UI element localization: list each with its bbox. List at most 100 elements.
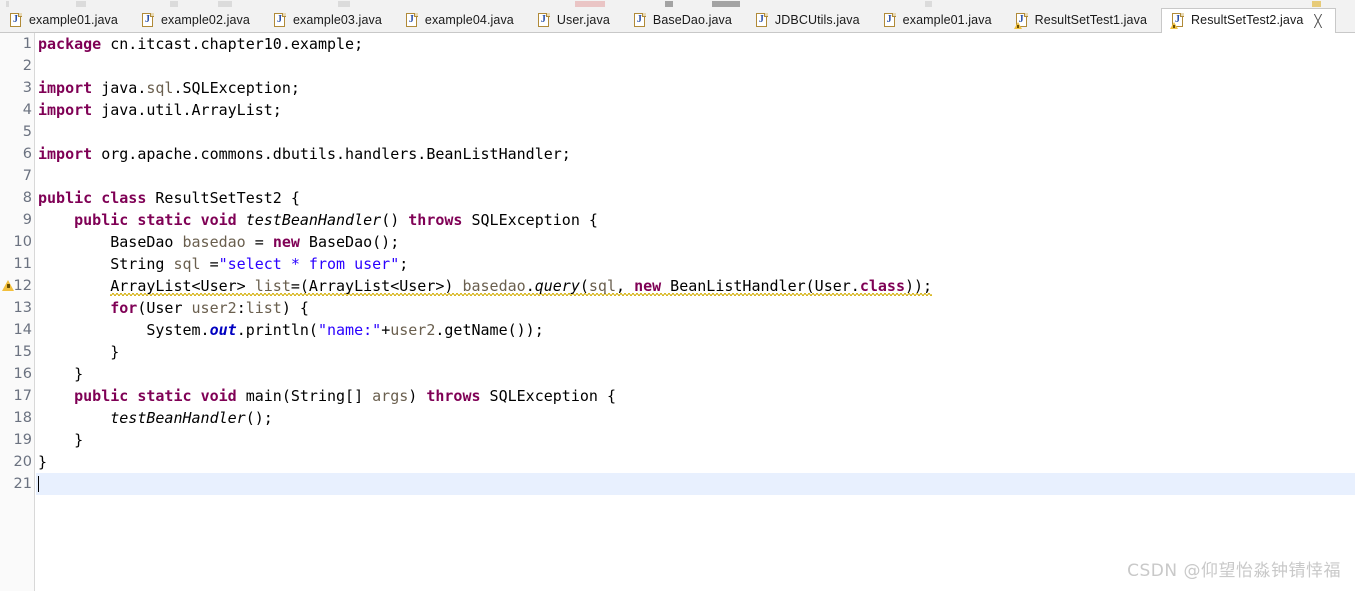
line-number[interactable]: 6 xyxy=(0,143,35,165)
line-number-value: 18 xyxy=(13,410,32,426)
line-number[interactable]: 11 xyxy=(0,253,35,275)
line-number[interactable]: 10 xyxy=(0,231,35,253)
java-file-icon: J xyxy=(141,12,155,28)
code-line[interactable] xyxy=(36,165,1355,187)
code-line[interactable] xyxy=(36,473,1355,495)
java-file-icon: J xyxy=(633,12,647,28)
line-number[interactable]: 16 xyxy=(0,363,35,385)
code-line[interactable]: package cn.itcast.chapter10.example; xyxy=(36,33,1355,55)
code-line[interactable] xyxy=(36,55,1355,77)
code-line[interactable]: } xyxy=(36,363,1355,385)
code-line[interactable]: String sql ="select * from user"; xyxy=(36,253,1355,275)
editor-tab-label: example01.java xyxy=(29,12,118,27)
line-number-value: 19 xyxy=(13,432,32,448)
code-editor[interactable]: 1 2 3 4 5 6 7 8 9 10 11 12 13 14 15 16 17 18 19 20 21 packag… xyxy=(0,33,1355,591)
java-file-icon: J xyxy=(537,12,551,28)
code-line[interactable]: for(User user2:list) { xyxy=(36,297,1355,319)
java-file-icon: J xyxy=(10,12,23,28)
line-number[interactable]: 3 xyxy=(0,77,46,99)
line-number-value: 16 xyxy=(13,366,32,382)
code-line[interactable]: } xyxy=(36,341,1355,363)
editor-tab-basedao-java[interactable]: J BaseDao.java xyxy=(624,8,746,32)
line-number[interactable]: 1 xyxy=(0,33,35,55)
code-line[interactable]: } xyxy=(36,451,1355,473)
editor-tab-label: example02.java xyxy=(160,12,250,27)
line-number[interactable]: 14 xyxy=(0,319,35,341)
text-caret xyxy=(38,476,39,492)
line-number[interactable]: 12 xyxy=(0,275,35,297)
toolbar-sliver xyxy=(0,0,1355,8)
code-line[interactable]: BaseDao basedao = new BaseDao(); xyxy=(36,231,1355,253)
line-number-value: 9 xyxy=(22,212,32,228)
code-line[interactable]: } xyxy=(36,429,1355,451)
line-number[interactable]: 17 xyxy=(0,385,46,407)
line-number-value: 2 xyxy=(22,58,32,74)
editor-tab-example03-java[interactable]: Jexample03.java xyxy=(264,8,396,32)
code-line[interactable]: import java.sql.SQLException; xyxy=(36,77,1355,99)
line-number[interactable]: 7 xyxy=(0,165,35,187)
code-line[interactable]: public static void main(String[] args) t… xyxy=(36,385,1355,407)
java-file-icon: J xyxy=(883,12,897,28)
line-number-value: 6 xyxy=(22,146,32,162)
editor-tab-example01-java[interactable]: Jexample01.java xyxy=(0,8,132,32)
line-number-value: 13 xyxy=(13,300,32,316)
line-number-value: 1 xyxy=(22,36,32,52)
editor-tab-label: example03.java xyxy=(292,12,382,27)
code-line[interactable] xyxy=(36,121,1355,143)
editor-tab-resultsettest2-java[interactable]: J ResultSetTest2.java ╳ xyxy=(1161,8,1336,33)
editor-tab-example04-java[interactable]: Jexample04.java xyxy=(396,8,528,32)
eclipse-window: Jexample01.java Jexample02.java Jexample03… xyxy=(0,0,1355,591)
editor-tab-example01-java[interactable]: Jexample01.java xyxy=(874,8,1006,32)
line-number-value: 12 xyxy=(13,278,32,294)
line-number-value: 4 xyxy=(22,102,32,118)
code-line[interactable]: public class ResultSetTest2 { xyxy=(36,187,1355,209)
line-number[interactable]: 4 xyxy=(0,99,35,121)
line-number-value: 14 xyxy=(13,322,32,338)
editor-tab-jdbcutils-java[interactable]: J JDBCUtils.java xyxy=(746,8,874,32)
code-line[interactable]: System.out.println("name:"+user2.getName… xyxy=(36,319,1355,341)
line-number-value: 8 xyxy=(22,190,32,206)
line-number-value: 7 xyxy=(22,168,32,184)
line-number-value: 15 xyxy=(13,344,32,360)
java-file-warning-icon: J xyxy=(1170,13,1185,29)
java-file-icon: J xyxy=(755,12,769,28)
editor-tab-bar[interactable]: Jexample01.java Jexample02.java Jexample03… xyxy=(0,8,1355,33)
editor-tab-label: example04.java xyxy=(424,12,514,27)
editor-tab-label: JDBCUtils.java xyxy=(774,12,860,27)
line-number[interactable]: 2 xyxy=(0,55,35,77)
line-number[interactable]: 15 xyxy=(0,341,35,363)
java-file-warning-icon: J xyxy=(1013,12,1029,29)
code-line[interactable]: import java.util.ArrayList; xyxy=(36,99,1355,121)
editor-tab-user-java[interactable]: J User.java xyxy=(528,8,624,32)
line-number[interactable]: 19 xyxy=(0,429,35,451)
line-number[interactable]: 18 xyxy=(0,407,35,429)
line-number-value: 21 xyxy=(13,476,32,492)
code-line[interactable]: testBeanHandler(); xyxy=(36,407,1355,429)
line-number[interactable]: 9 xyxy=(0,209,46,231)
code-text-area[interactable]: package cn.itcast.chapter10.example; impo… xyxy=(36,33,1355,591)
java-file-icon: J xyxy=(405,12,419,28)
java-file-icon: J xyxy=(273,12,287,28)
line-number-value: 20 xyxy=(13,454,32,470)
close-icon[interactable]: ╳ xyxy=(1314,15,1321,27)
line-number-gutter[interactable]: 1 2 3 4 5 6 7 8 9 10 11 12 13 14 15 16 17 18 19 20 21 xyxy=(0,33,46,591)
csdn-watermark: CSDN @仰望怡淼钟锖悻福 xyxy=(1127,561,1341,581)
code-line[interactable]: ArrayList<User> list=(ArrayList<User>) b… xyxy=(36,275,1355,297)
editor-tab-label: ResultSetTest2.java xyxy=(1191,13,1304,28)
editor-tab-label: ResultSetTest1.java xyxy=(1034,12,1148,27)
line-number[interactable]: 5 xyxy=(0,121,35,143)
line-number[interactable]: 21 xyxy=(0,473,35,495)
editor-tab-resultsettest1-java[interactable]: J ResultSetTest1.java xyxy=(1006,8,1161,32)
code-line[interactable]: public static void testBeanHandler() thr… xyxy=(36,209,1355,231)
editor-tab-label: User.java xyxy=(556,12,610,27)
line-number-value: 5 xyxy=(22,124,32,140)
code-line[interactable]: import org.apache.commons.dbutils.handle… xyxy=(36,143,1355,165)
line-number-value: 3 xyxy=(22,80,32,96)
editor-tab-example02-java[interactable]: Jexample02.java xyxy=(132,8,264,32)
line-number[interactable]: 20 xyxy=(0,451,35,473)
line-number[interactable]: 13 xyxy=(0,297,35,319)
line-number-value: 11 xyxy=(13,256,32,272)
line-number[interactable]: 8 xyxy=(0,187,35,209)
warning-icon[interactable] xyxy=(2,280,14,291)
line-number-value: 10 xyxy=(13,234,32,250)
